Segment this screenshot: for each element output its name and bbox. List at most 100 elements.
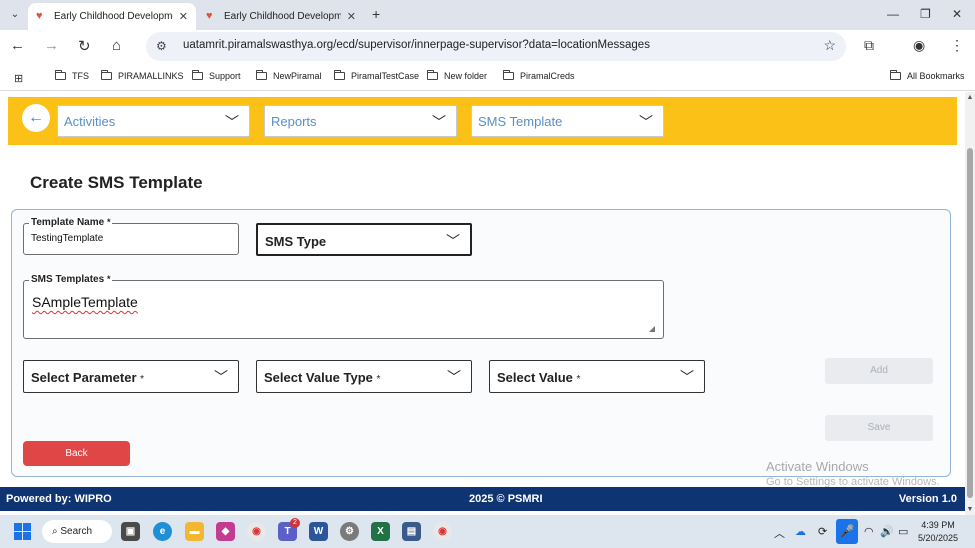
word-app-icon[interactable]: W [309,522,328,541]
folder-icon [334,70,345,80]
onedrive-cloud-icon[interactable]: ☁ [795,525,806,538]
folder-icon [192,70,203,80]
edge-browser-icon[interactable]: e [153,522,172,541]
bookmark-tfs[interactable]: TFS [55,70,89,81]
back-button[interactable]: Back [23,441,130,466]
scroll-thumb[interactable] [967,148,973,498]
battery-icon[interactable]: ▭ [898,525,908,538]
tray-chevron-up-icon[interactable]: ︿ [774,525,785,541]
sms-template-dropdown[interactable]: SMS Template ﹀ [471,105,664,137]
back-arrow-icon[interactable]: ← [10,37,25,54]
folder-icon [427,70,438,80]
bookmark-new-folder[interactable]: New folder [427,70,487,81]
folder-icon [55,70,66,80]
task-view-icon[interactable]: ▣ [121,522,140,541]
bookmark-star-icon[interactable]: ☆ [823,37,836,54]
forward-arrow-icon[interactable]: → [44,37,59,54]
sms-templates-value: SAmpleTemplate [32,294,138,310]
profile-icon[interactable]: ◉ [913,37,925,54]
folder-icon [256,70,267,80]
page-scrollbar[interactable]: ▲ ▼ [965,92,975,515]
select-value-type[interactable]: Select Value Type * ﹀ [256,360,472,393]
settings-gear-icon[interactable]: ⚙ [340,522,359,541]
url-text: uatamrit.piramalswasthya.org/ecd/supervi… [183,39,650,51]
chevron-down-icon: ﹀ [447,369,461,385]
page-title: Create SMS Template [30,173,203,192]
taskbar-clock[interactable]: 4:39 PM 5/20/2025 [918,519,958,545]
folder-icon [890,70,901,80]
web-page: ← Activities ﹀ Reports ﹀ SMS Template ﹀ … [0,92,965,515]
reports-dropdown[interactable]: Reports ﹀ [264,105,457,137]
browser-toolbar: ← → ↻ ⌂ ⚙ uatamrit.piramalswasthya.org/e… [0,30,975,63]
add-button[interactable]: Add [825,358,933,384]
home-icon[interactable]: ⌂ [112,37,121,54]
bookmark-piramalcreds[interactable]: PiramalCreds [503,70,575,81]
browser-tab-active[interactable]: ♥ Early Childhood Developmen ✕ [28,3,196,30]
remote-desktop-icon[interactable]: ▤ [402,522,421,541]
all-bookmarks[interactable]: All Bookmarks [890,70,965,81]
select-parameter-label: Select Parameter * [31,370,145,385]
chrome-browser-icon[interactable]: ◉ [247,522,266,541]
scroll-down-arrow-icon[interactable]: ▼ [965,506,975,513]
activate-windows-title: Activate Windows [766,459,869,474]
template-name-field[interactable]: Template Name * TestingTemplate [23,217,239,255]
chevron-down-icon: ﹀ [446,233,460,249]
sms-templates-textarea[interactable]: SMS Templates * SAmpleTemplate ◢ [23,274,664,339]
chevron-down-icon: ﹀ [214,369,228,385]
tab-search-chevron-icon[interactable]: ⌄ [6,6,24,24]
browser-tab[interactable]: ♥ Early Childhood Developmen ✕ [198,3,364,30]
microphone-icon[interactable]: 🎤 [836,519,858,544]
tab-close-icon[interactable]: ✕ [347,10,356,23]
chevron-down-icon: ﹀ [432,114,446,130]
photos-app-icon[interactable]: ◆ [216,522,235,541]
clock-time: 4:39 PM [921,520,955,530]
resize-grip-icon[interactable]: ◢ [649,324,655,333]
chevron-down-icon: ﹀ [680,369,694,385]
reports-label: Reports [271,114,317,129]
excel-app-icon[interactable]: X [371,522,390,541]
site-favicon-icon: ♥ [206,10,213,22]
reload-icon[interactable]: ↻ [78,37,91,55]
select-parameter[interactable]: Select Parameter * ﹀ [23,360,239,393]
site-info-icon[interactable]: ⚙ [156,39,167,53]
window-close-icon[interactable]: ✕ [952,7,962,21]
minimize-icon[interactable]: — [887,7,899,21]
select-value[interactable]: Select Value * ﹀ [489,360,705,393]
chrome-browser-icon[interactable]: ◉ [433,522,452,541]
bookmark-support[interactable]: Support [192,70,241,81]
bookmarks-bar: ⊞ TFS PIRAMALLINKS Support NewPiramal Pi… [0,63,975,91]
windows-taskbar: ⌕ Search ▣ e ▬ ◆ ◉ T 2 W ⚙ X ▤ ◉ ︿ ☁ ⟳ 🎤… [0,515,975,548]
volume-icon[interactable]: 🔊 [880,525,894,538]
wifi-icon[interactable]: ◠ [864,525,874,538]
teams-notification-badge: 2 [290,518,300,528]
top-nav-bar: ← Activities ﹀ Reports ﹀ SMS Template ﹀ [8,97,957,145]
new-tab-icon[interactable]: + [372,6,380,22]
select-value-label: Select Value * [497,370,581,385]
scroll-up-arrow-icon[interactable]: ▲ [965,94,975,101]
activities-dropdown[interactable]: Activities ﹀ [57,105,250,137]
bookmark-newpiramal[interactable]: NewPiramal [256,70,322,81]
sync-icon[interactable]: ⟳ [818,525,827,538]
bookmark-piramaltestcase[interactable]: PiramalTestCase [334,70,419,81]
address-bar[interactable]: ⚙ uatamrit.piramalswasthya.org/ecd/super… [146,32,846,61]
footer-copyright: 2025 © PSMRI [469,493,543,505]
taskbar-search[interactable]: ⌕ Search [42,520,112,543]
tab-close-icon[interactable]: ✕ [179,10,188,23]
sms-type-label: SMS Type [265,234,327,249]
file-explorer-icon[interactable]: ▬ [185,522,204,541]
save-button[interactable]: Save [825,415,933,441]
sms-type-select[interactable]: SMS Type ﹀ [256,223,472,256]
back-circle-arrow-icon[interactable]: ← [22,104,50,132]
activities-label: Activities [64,114,116,129]
bookmark-piramallinks[interactable]: PIRAMALLINKS [101,70,184,81]
apps-grid-icon[interactable]: ⊞ [14,72,23,85]
sms-templates-label: SMS Templates * [29,274,113,285]
browser-tab-strip: ⌄ ♥ Early Childhood Developmen ✕ ♥ Early… [0,0,975,30]
restore-icon[interactable]: ❐ [920,7,931,21]
extensions-icon[interactable]: ⧉ [864,37,874,54]
footer-version: Version 1.0 [898,493,957,505]
windows-start-icon[interactable] [14,523,31,540]
menu-kebab-icon[interactable]: ⋮ [950,37,964,54]
select-value-type-label: Select Value Type * [264,370,381,385]
template-name-value: TestingTemplate [31,233,104,244]
